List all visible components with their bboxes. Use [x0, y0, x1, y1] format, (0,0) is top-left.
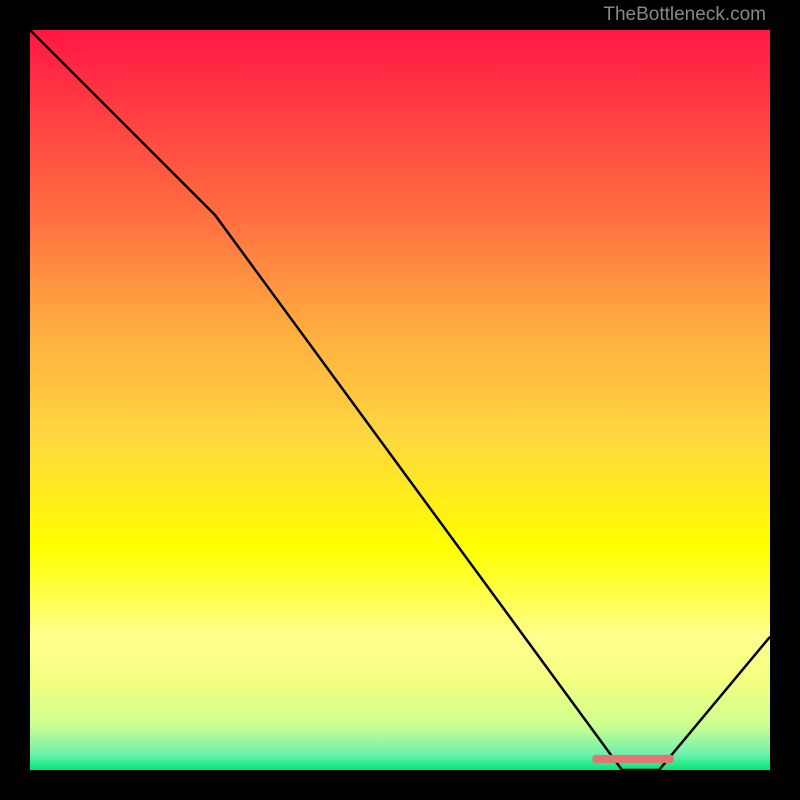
chart-area: [30, 30, 770, 770]
chart-svg: [30, 30, 770, 770]
optimal-marker: [592, 755, 673, 763]
watermark-text: TheBottleneck.com: [603, 4, 766, 26]
